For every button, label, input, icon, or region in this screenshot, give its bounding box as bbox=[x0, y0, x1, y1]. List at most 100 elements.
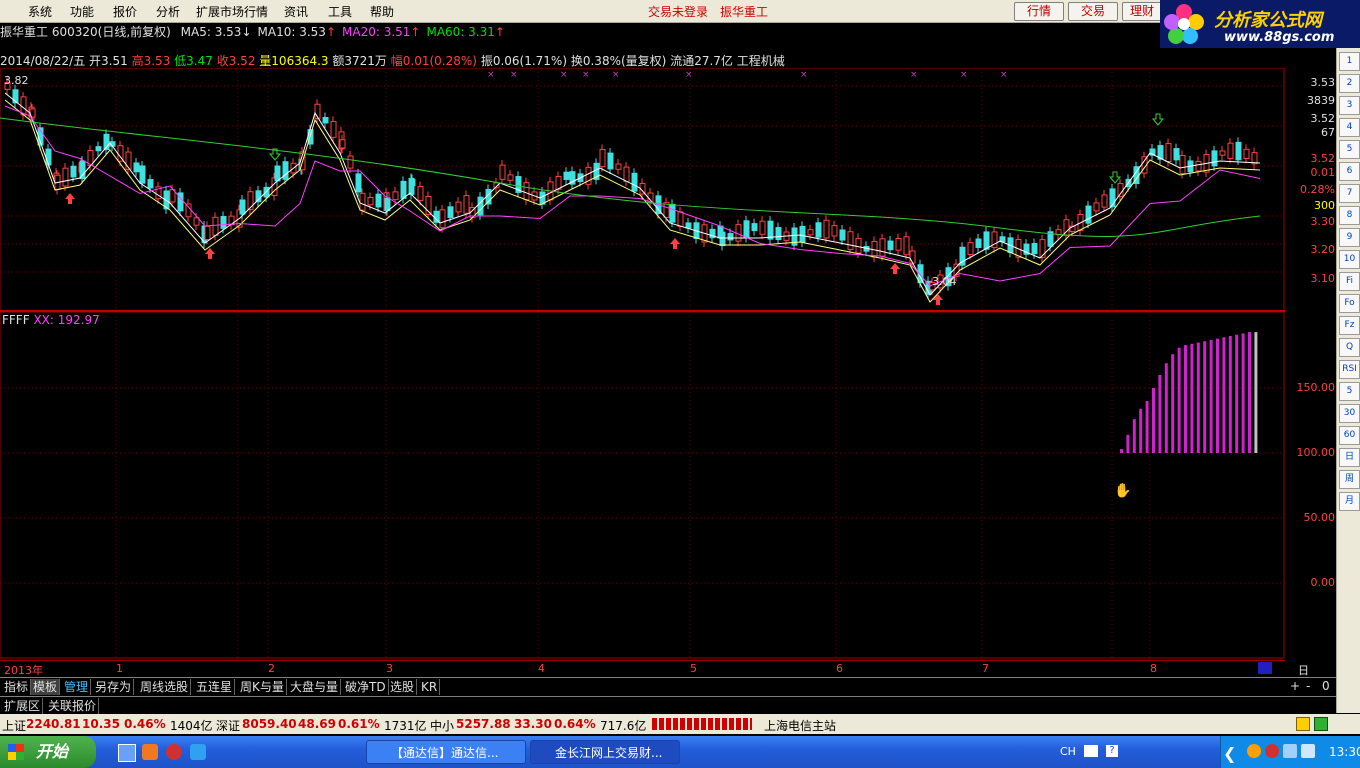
tray-app-icon[interactable] bbox=[1265, 744, 1279, 758]
signal-marker: × bbox=[510, 70, 518, 80]
signal-marker: × bbox=[487, 70, 495, 80]
menu-item-function[interactable]: 功能 bbox=[70, 3, 94, 20]
taskbar-item-tongdaxin[interactable]: 【通达信】通达信... bbox=[366, 740, 526, 764]
tab-save-as[interactable]: 另存为 bbox=[93, 679, 135, 695]
toolbar-button[interactable]: Q bbox=[1339, 338, 1360, 357]
tab-five-stars[interactable]: 五连星 bbox=[194, 679, 236, 695]
month-label: 6 bbox=[836, 662, 843, 675]
toolbar-button[interactable]: 10 bbox=[1339, 250, 1360, 269]
chevron-left-icon[interactable]: ❮ bbox=[1223, 744, 1236, 763]
sz-index-label: 深证 bbox=[216, 719, 241, 733]
candle-body bbox=[79, 160, 86, 180]
toolbar-button[interactable]: 6 bbox=[1339, 162, 1360, 181]
security-icon[interactable] bbox=[1301, 744, 1315, 758]
candle-body bbox=[95, 146, 102, 152]
toolbar-button[interactable]: 7 bbox=[1339, 184, 1360, 203]
toolbar-button[interactable]: 30 bbox=[1339, 404, 1360, 423]
start-button[interactable]: 开始 bbox=[0, 736, 96, 768]
browser-icon[interactable] bbox=[166, 744, 182, 760]
toolbar-button[interactable]: 1 bbox=[1339, 52, 1360, 71]
toolbar-button[interactable]: Fo bbox=[1339, 294, 1360, 313]
tab-stock-select[interactable]: 选股 bbox=[388, 679, 418, 695]
menu-item-quote[interactable]: 报价 bbox=[113, 3, 137, 20]
function-tabs: 指标 模板 管理 另存为 周线选股 五连星 周K与量 大盘与量 破净TD 选股 … bbox=[0, 677, 1336, 696]
task-label: 【通达信】通达信... bbox=[391, 746, 499, 760]
tab-indicator[interactable]: 指标 bbox=[2, 679, 32, 695]
toolbar-button[interactable]: 60 bbox=[1339, 426, 1360, 445]
toolbar-button[interactable]: 5 bbox=[1339, 382, 1360, 401]
bar-volume: 量106364.3 bbox=[259, 54, 329, 68]
hand-cursor-icon: ✋ bbox=[1114, 483, 1132, 499]
help-icon[interactable]: ? bbox=[1106, 745, 1118, 757]
input-language[interactable]: CH bbox=[1060, 745, 1076, 758]
zoom-reset-button[interactable]: 0 bbox=[1322, 679, 1330, 693]
toolbar-button[interactable]: 月 bbox=[1339, 492, 1360, 511]
candle-body bbox=[855, 237, 862, 254]
toolbar-button[interactable]: RSI bbox=[1339, 360, 1360, 379]
menu-item-system[interactable]: 系统 bbox=[28, 3, 52, 20]
menu-item-extended-market[interactable]: 扩展市场行情 bbox=[196, 3, 268, 20]
candle-body bbox=[909, 250, 916, 264]
candlestick-chart[interactable]: × × × × × × × × × × bbox=[0, 68, 1285, 660]
toolbar-button[interactable]: 2 bbox=[1339, 74, 1360, 93]
indicator-bar bbox=[1177, 347, 1181, 453]
menu-item-analysis[interactable]: 分析 bbox=[156, 3, 180, 20]
tab-manage[interactable]: 管理 bbox=[62, 679, 92, 695]
tab-market-volume[interactable]: 大盘与量 bbox=[288, 679, 342, 695]
ie-icon[interactable] bbox=[190, 744, 206, 760]
tab-template[interactable]: 模板 bbox=[31, 679, 61, 695]
candle-body bbox=[322, 117, 329, 124]
zoom-out-button[interactable]: - bbox=[1306, 679, 1310, 693]
indicator-axis-label: 150.00 bbox=[1296, 381, 1336, 394]
clock[interactable]: 13:30 bbox=[1329, 745, 1360, 759]
toolbar-button[interactable]: Fz bbox=[1339, 316, 1360, 335]
sh-index-amount: 1404亿 bbox=[170, 719, 213, 733]
candle-body bbox=[417, 186, 424, 201]
candle-body bbox=[685, 222, 692, 229]
zoom-in-button[interactable]: + bbox=[1290, 679, 1300, 693]
candle-body bbox=[677, 211, 684, 227]
candle-body bbox=[274, 165, 281, 182]
tab-related-quotes[interactable]: 关联报价 bbox=[46, 698, 100, 714]
toolbar-button[interactable]: 5 bbox=[1339, 140, 1360, 159]
candle-body bbox=[70, 165, 77, 178]
toolbar-button[interactable]: 4 bbox=[1339, 118, 1360, 137]
quote-button[interactable]: 行情 bbox=[1014, 2, 1064, 21]
arrow-up-icon: ↑ bbox=[325, 25, 336, 39]
taskbar-item-trading[interactable]: 金长江网上交易财... bbox=[530, 740, 680, 764]
toolbar-button[interactable]: 3 bbox=[1339, 96, 1360, 115]
menu-item-news[interactable]: 资讯 bbox=[284, 3, 308, 20]
tab-break-net-td[interactable]: 破净TD bbox=[343, 679, 389, 695]
indicator-bar bbox=[1254, 332, 1258, 453]
tab-extension-area[interactable]: 扩展区 bbox=[2, 698, 44, 714]
toolbar-button[interactable]: 日 bbox=[1339, 448, 1360, 467]
menu-item-help[interactable]: 帮助 bbox=[370, 3, 394, 20]
toolbar-button[interactable]: 周 bbox=[1339, 470, 1360, 489]
tray-app-icon[interactable] bbox=[1247, 744, 1261, 758]
candle-body bbox=[1173, 148, 1180, 161]
tab-kr[interactable]: KR bbox=[419, 679, 441, 695]
candle-body bbox=[983, 231, 990, 250]
keyboard-icon[interactable] bbox=[1084, 745, 1098, 757]
buy-arrow-icon bbox=[65, 193, 75, 204]
app-launch-icon[interactable] bbox=[142, 744, 158, 760]
desktop-icon[interactable] bbox=[118, 744, 136, 762]
toolbar-button[interactable]: Fi bbox=[1339, 272, 1360, 291]
menu-item-tools[interactable]: 工具 bbox=[328, 3, 352, 20]
candle-body bbox=[1093, 202, 1100, 212]
toolbar-button[interactable]: 8 bbox=[1339, 206, 1360, 225]
lock-icon[interactable] bbox=[1296, 717, 1310, 731]
toolbar-button[interactable]: 9 bbox=[1339, 228, 1360, 247]
sh-index-value: 2240.81 bbox=[26, 717, 81, 731]
candle-body bbox=[1179, 154, 1186, 174]
sz-index-change: 48.69 bbox=[298, 717, 336, 731]
trade-button[interactable]: 交易 bbox=[1068, 2, 1118, 21]
server-station[interactable]: 上海电信主站 bbox=[764, 717, 836, 734]
indicator-bar bbox=[1196, 342, 1200, 453]
tab-weekly-select[interactable]: 周线选股 bbox=[138, 679, 192, 695]
network-icon[interactable] bbox=[1283, 744, 1297, 758]
finance-button[interactable]: 理财 bbox=[1122, 2, 1162, 21]
scroll-marker[interactable] bbox=[1258, 662, 1272, 674]
tab-weekly-k-volume[interactable]: 周K与量 bbox=[238, 679, 287, 695]
system-tray: ❮ 13:30 bbox=[1220, 736, 1360, 768]
